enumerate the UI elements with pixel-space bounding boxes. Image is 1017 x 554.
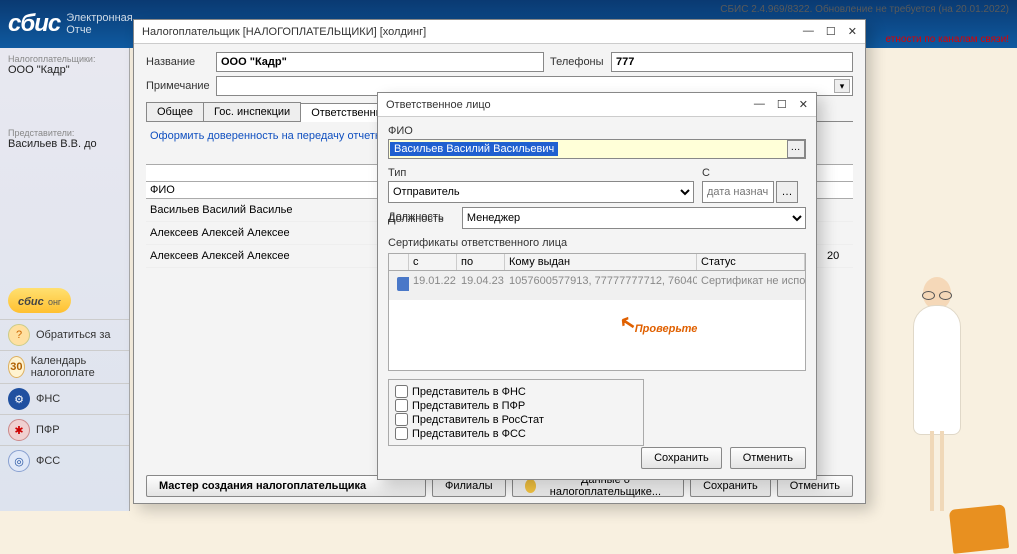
check-fss[interactable]: Представитель в ФСС bbox=[395, 427, 637, 440]
rep-checks: Представитель в ФНС Представитель в ПФР … bbox=[388, 379, 644, 446]
cert-row[interactable]: 19.01.22 19.04.23 1057600577913, 7777777… bbox=[389, 271, 805, 300]
calendar-icon: 30 bbox=[8, 356, 25, 378]
col-status[interactable]: Статус bbox=[697, 254, 805, 270]
dialog-titlebar[interactable]: Ответственное лицо — ☐ ✕ bbox=[378, 93, 816, 117]
pfr-icon: ✱ bbox=[8, 419, 30, 441]
sidebar: Налогоплательщики: ООО "Кадр" Представит… bbox=[0, 48, 130, 511]
date-picker-button[interactable]: … bbox=[776, 181, 798, 203]
payer-value[interactable]: ООО "Кадр" bbox=[8, 64, 121, 76]
fns-button[interactable]: ⚙ФНС bbox=[0, 383, 129, 414]
window-title: Налогоплательщик [НАЛОГОПЛАТЕЛЬЩИКИ] [хо… bbox=[142, 26, 426, 38]
dialog-cancel-button[interactable]: Отменить bbox=[730, 447, 806, 469]
from-label: С bbox=[702, 167, 806, 179]
maximize-icon[interactable]: ☐ bbox=[826, 25, 836, 38]
warning-text: етности по каналам связи! bbox=[886, 34, 1009, 45]
dialog-title: Ответственное лицо bbox=[386, 99, 491, 111]
minimize-icon[interactable]: — bbox=[803, 25, 814, 38]
tab-general[interactable]: Общее bbox=[146, 102, 204, 121]
from-date-input[interactable] bbox=[702, 181, 774, 203]
responsible-dialog: Ответственное лицо — ☐ ✕ ФИО Васильев Ва… bbox=[377, 92, 817, 480]
phone-label: Телефоны bbox=[550, 56, 605, 68]
phone-input[interactable] bbox=[611, 52, 853, 72]
note-label: Примечание bbox=[146, 80, 210, 92]
col-to[interactable]: по bbox=[457, 254, 505, 270]
dialog-save-button[interactable]: Сохранить bbox=[641, 447, 722, 469]
name-label: Название bbox=[146, 56, 210, 68]
type-select[interactable]: Отправитель bbox=[388, 181, 694, 203]
check-pfr[interactable]: Представитель в ПФР bbox=[395, 399, 637, 412]
fio-browse-button[interactable]: … bbox=[787, 140, 805, 158]
position-label2: Должность bbox=[388, 209, 454, 227]
close-icon[interactable]: ✕ bbox=[799, 98, 808, 111]
calendar-button[interactable]: 30Календарь налогоплате bbox=[0, 350, 129, 383]
fio-value: Васильев Василий Васильевич bbox=[390, 142, 558, 156]
tab-gov[interactable]: Гос. инспекции bbox=[203, 102, 301, 121]
callout-check: ↖Проверьте bbox=[618, 313, 697, 338]
logo: сбис bbox=[8, 10, 60, 38]
version-text: СБИС 2.4.969/8322. Обновление не требует… bbox=[720, 4, 1009, 15]
cert-icon bbox=[397, 277, 409, 291]
fss-icon: ◎ bbox=[8, 450, 30, 472]
col-from[interactable]: с bbox=[409, 254, 457, 270]
logo-subtitle: ЭлектроннаяОтче bbox=[66, 12, 133, 36]
fio-label: ФИО bbox=[388, 125, 806, 137]
help-button[interactable]: ?Обратиться за bbox=[0, 319, 129, 350]
person-icon bbox=[525, 479, 536, 493]
illustration-woman bbox=[877, 277, 997, 511]
sbis-badge[interactable]: сбис онг bbox=[8, 288, 71, 313]
position-select[interactable]: Менеджер bbox=[462, 207, 806, 229]
cert-grid[interactable]: с по Кому выдан Статус 19.01.22 19.04.23… bbox=[388, 253, 806, 371]
minimize-icon[interactable]: — bbox=[754, 98, 765, 111]
close-icon[interactable]: ✕ bbox=[848, 25, 857, 38]
window-titlebar[interactable]: Налогоплательщик [НАЛОГОПЛАТЕЛЬЩИКИ] [хо… bbox=[134, 20, 865, 44]
poa-link[interactable]: Оформить доверенность на передачу отчетн bbox=[146, 122, 385, 150]
col-who[interactable]: Кому выдан bbox=[505, 254, 697, 270]
brand-art bbox=[6, 226, 123, 276]
fss-button[interactable]: ◎ФСС bbox=[0, 445, 129, 476]
pfr-button[interactable]: ✱ПФР bbox=[0, 414, 129, 445]
check-fns[interactable]: Представитель в ФНС bbox=[395, 385, 637, 398]
check-rosstat[interactable]: Представитель в РосСтат bbox=[395, 413, 637, 426]
help-icon: ? bbox=[8, 324, 30, 346]
cert-header: Сертификаты ответственного лица bbox=[388, 237, 806, 249]
name-input[interactable] bbox=[216, 52, 544, 72]
fio-input[interactable]: Васильев Василий Васильевич … bbox=[388, 139, 806, 159]
fns-icon: ⚙ bbox=[8, 388, 30, 410]
col-extra[interactable] bbox=[823, 182, 853, 199]
reps-label: Представители: bbox=[8, 128, 121, 138]
maximize-icon[interactable]: ☐ bbox=[777, 98, 787, 111]
chevron-down-icon[interactable]: ▾ bbox=[834, 79, 850, 93]
payer-label: Налогоплательщики: bbox=[8, 54, 121, 64]
type-label: Тип bbox=[388, 167, 694, 179]
reps-value[interactable]: Васильев В.В. до bbox=[8, 138, 121, 150]
